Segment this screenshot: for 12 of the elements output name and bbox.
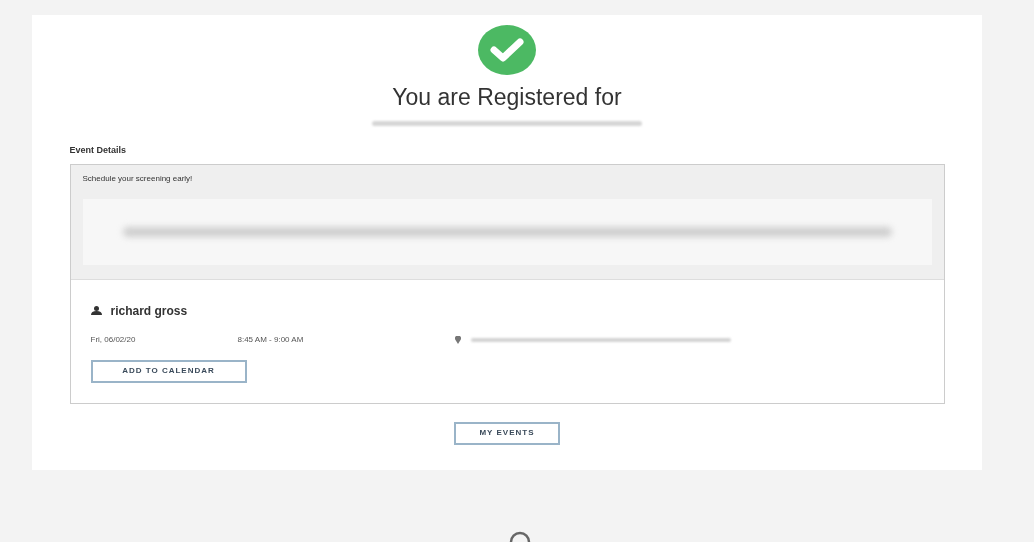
location-pin-icon <box>454 335 461 344</box>
confirmation-title: You are Registered for <box>392 83 622 111</box>
banner-text: Schedule your screening early! <box>82 172 194 185</box>
event-time: 8:45 AM - 9:00 AM <box>237 333 305 346</box>
event-date: Fri, 06/02/20 <box>90 333 137 346</box>
section-heading: Event Details <box>69 144 128 157</box>
add-to-calendar-button[interactable]: ADD TO CALENDAR <box>90 359 247 383</box>
my-events-button[interactable]: MY EVENTS <box>454 421 560 445</box>
check-circle-icon <box>478 25 536 75</box>
attendee-name: richard gross <box>110 302 188 320</box>
loading-spinner-icon <box>509 529 531 542</box>
person-icon <box>90 306 102 315</box>
